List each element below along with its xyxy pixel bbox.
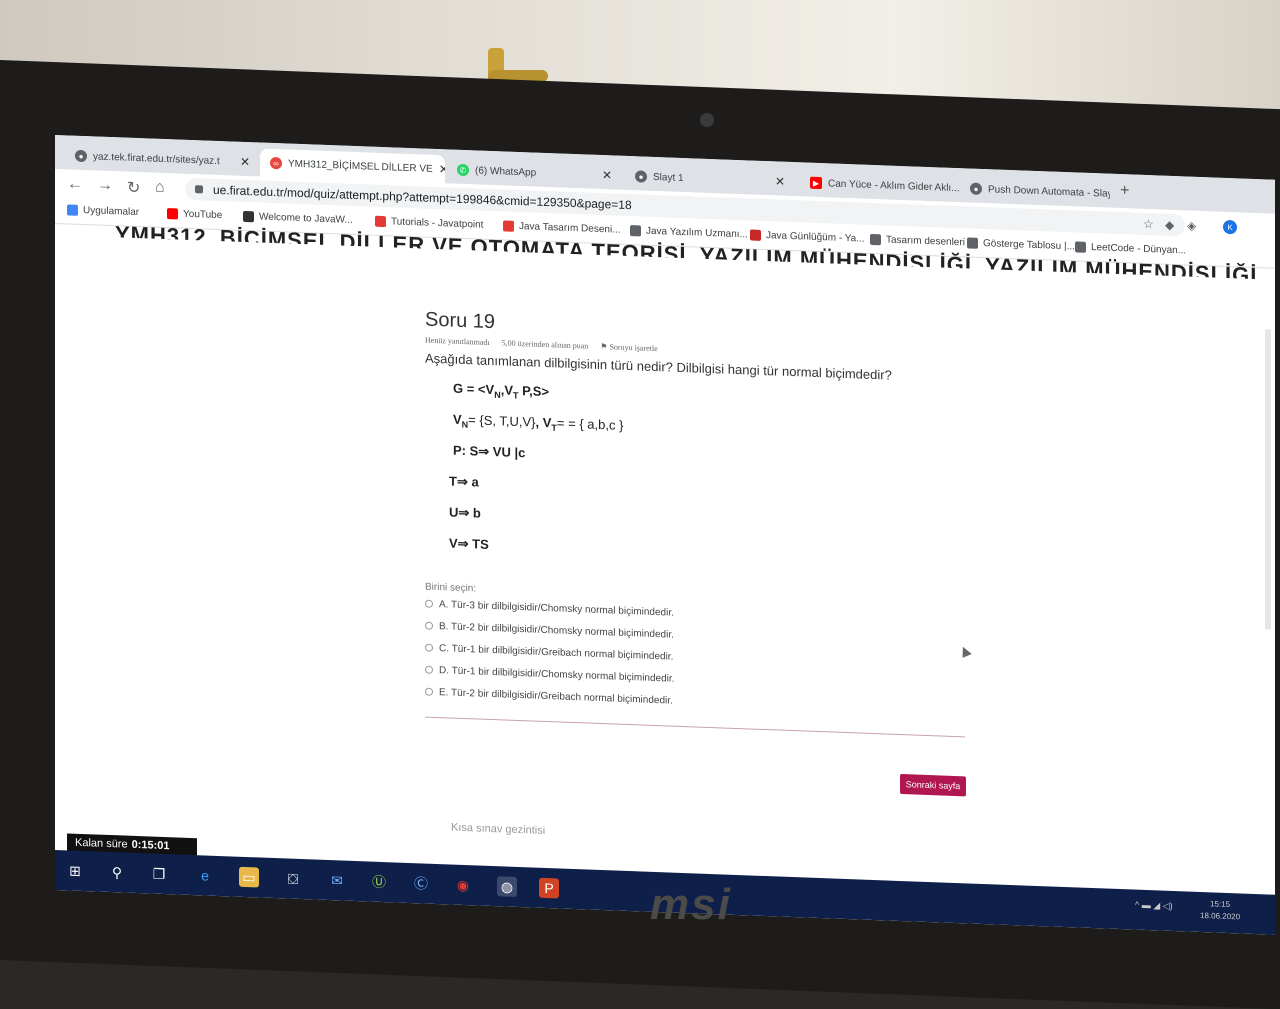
chrome-icon[interactable]: ◍ <box>497 876 517 897</box>
close-icon[interactable]: ✕ <box>775 174 785 188</box>
divider <box>425 716 965 738</box>
globe-icon <box>967 237 978 249</box>
radio-button[interactable] <box>425 687 433 696</box>
extension-icon[interactable]: ◆ <box>1165 218 1174 232</box>
tab-label: YMH312_BİÇİMSEL DİLLER VE <box>288 158 433 175</box>
windows-start-icon[interactable]: ⊞ <box>65 860 85 881</box>
apps-icon <box>67 204 78 216</box>
tab-label: Can Yüce - Aklım Gider Aklı... <box>828 177 960 194</box>
globe-icon: ● <box>635 170 647 183</box>
globe-icon <box>630 225 641 237</box>
file-explorer-icon[interactable]: ▭ <box>239 866 259 888</box>
store-icon[interactable]: ⛋ <box>283 868 303 889</box>
globe-icon <box>870 233 881 246</box>
new-tab-icon[interactable]: + <box>1120 182 1129 200</box>
globe-icon: ● <box>970 182 982 195</box>
question-points: 5,00 üzerinden alınan puan <box>501 338 589 351</box>
radio-button[interactable] <box>425 643 433 652</box>
moodle-icon: ∞ <box>270 156 282 170</box>
whatsapp-icon: ✆ <box>457 163 469 177</box>
home-icon[interactable]: ⌂ <box>155 179 165 197</box>
tab-label: (6) WhatsApp <box>475 164 537 179</box>
system-tray-icons[interactable]: ^ ▬ ◢ ◁) <box>1135 900 1173 912</box>
flag-question-link[interactable]: ⚑ Soruyu işaretle <box>600 342 657 353</box>
javatpoint-icon <box>503 220 514 232</box>
close-icon[interactable]: ✕ <box>240 155 250 169</box>
forward-icon[interactable]: → <box>97 177 113 196</box>
tab-label: yaz.tek.firat.edu.tr/sites/yaz.t <box>93 150 220 167</box>
edge-icon[interactable]: e <box>195 865 215 886</box>
utorrent-icon[interactable]: Ⓤ <box>369 872 389 893</box>
laptop-brand-logo: msi <box>650 880 732 929</box>
radio-button[interactable] <box>425 599 433 608</box>
w-icon <box>243 210 254 223</box>
youtube-icon: ▶ <box>810 176 822 190</box>
laptop-screen: ● yaz.tek.firat.edu.tr/sites/yaz.t ✕ ∞ Y… <box>55 135 1275 935</box>
youtube-icon <box>167 208 178 220</box>
back-icon[interactable]: ← <box>67 175 83 194</box>
c-app-icon[interactable]: Ⓒ <box>411 873 431 894</box>
task-view-icon[interactable]: ❐ <box>149 863 169 884</box>
tab-label: Slayt 1 <box>653 171 684 184</box>
webcam <box>700 113 714 127</box>
extension-icon[interactable]: ◈ <box>1187 219 1196 233</box>
question-block: Soru 19 Henüz yanıtlanmadı 5,00 üzerinde… <box>425 309 985 739</box>
next-page-button[interactable]: Sonraki sayfa <box>900 773 966 797</box>
close-icon[interactable]: ✕ <box>439 162 445 176</box>
app-icon[interactable]: ◉ <box>453 875 473 896</box>
radio-button[interactable] <box>425 665 433 674</box>
star-icon[interactable]: ☆ <box>1143 217 1154 231</box>
globe-icon: ● <box>75 149 87 163</box>
bookmark-apps[interactable]: Uygulamalar <box>67 204 139 218</box>
tab-label: Push Down Automata - Slay... <box>988 183 1110 200</box>
profile-avatar[interactable]: K <box>1223 219 1237 235</box>
javatpoint-icon <box>375 215 386 228</box>
scrollbar[interactable] <box>1265 329 1271 630</box>
blog-icon <box>750 229 761 241</box>
radio-button[interactable] <box>425 621 433 630</box>
reload-icon[interactable]: ↻ <box>127 178 140 198</box>
search-icon[interactable]: ⚲ <box>107 862 127 883</box>
close-icon[interactable]: ✕ <box>602 168 612 182</box>
lock-icon <box>195 185 203 194</box>
quiz-navigation-link[interactable]: Kısa sınav gezintisi <box>451 822 545 837</box>
powerpoint-icon[interactable]: P <box>539 877 559 899</box>
globe-icon <box>1075 241 1086 253</box>
question-status: Henüz yanıtlanmadı <box>425 335 490 347</box>
mail-icon[interactable]: ✉ <box>327 870 347 891</box>
taskbar-clock[interactable]: 15:15 18.06.2020 <box>1200 898 1240 923</box>
